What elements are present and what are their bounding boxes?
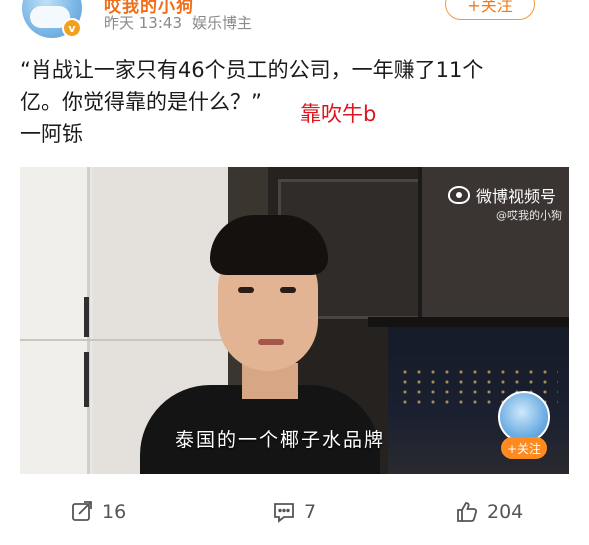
weibo-logo-icon (448, 186, 470, 204)
post-meta: 昨天 13:43 娱乐博主 (104, 12, 252, 33)
video-follow-button[interactable]: +关注 (501, 437, 547, 459)
post-text-line-2: 亿。你觉得靠的是什么？” (20, 90, 262, 114)
watermark-handle: @哎我的小狗 (496, 209, 562, 222)
share-button[interactable]: 16 (70, 500, 126, 524)
comment-count: 7 (304, 501, 317, 523)
share-icon (72, 501, 92, 521)
post-text-line-1: “肖战让一家只有46个员工的公司，一年赚了11个 (20, 58, 484, 82)
person-hair (210, 215, 328, 275)
wardrobe-handle (84, 297, 89, 337)
post-time: 昨天 13:43 (104, 14, 182, 32)
video-player[interactable]: 微博视频号 @哎我的小狗 泰国的一个椰子水品牌 +关注 (20, 167, 569, 474)
share-count: 16 (102, 501, 127, 523)
post-text: “肖战让一家只有46个员工的公司，一年赚了11个 亿。你觉得靠的是什么？” 一阿… (20, 54, 570, 150)
verified-badge-icon: v (62, 18, 82, 38)
watermark-text: 微博视频号 (476, 187, 557, 206)
handwritten-annotation: 靠吹牛b (300, 102, 377, 126)
weibo-video-watermark: 微博视频号 (448, 183, 556, 207)
comment-icon (274, 503, 294, 523)
like-button[interactable]: 204 (455, 500, 523, 524)
video-author-avatar[interactable] (498, 391, 550, 443)
thumbs-up-icon (457, 502, 478, 522)
comment-button[interactable]: 7 (272, 500, 316, 524)
person-mouth (258, 339, 284, 345)
wardrobe-handle (84, 352, 89, 407)
post-text-line-3: 一阿铄 (20, 122, 83, 146)
action-bar: 16 7 204 (0, 500, 589, 540)
person-eye (280, 287, 296, 293)
like-count: 204 (487, 501, 524, 523)
video-subtitle: 泰国的一个椰子水品牌 (175, 429, 386, 451)
verification-label: 娱乐博主 (192, 14, 253, 32)
wardrobe-panel (20, 167, 90, 474)
follow-button[interactable]: +关注 (445, 0, 535, 20)
window-sill (368, 317, 569, 327)
post-header: v 哎我的小狗 昨天 13:43 娱乐博主 +关注 (0, 0, 589, 44)
person-eye (238, 287, 254, 293)
